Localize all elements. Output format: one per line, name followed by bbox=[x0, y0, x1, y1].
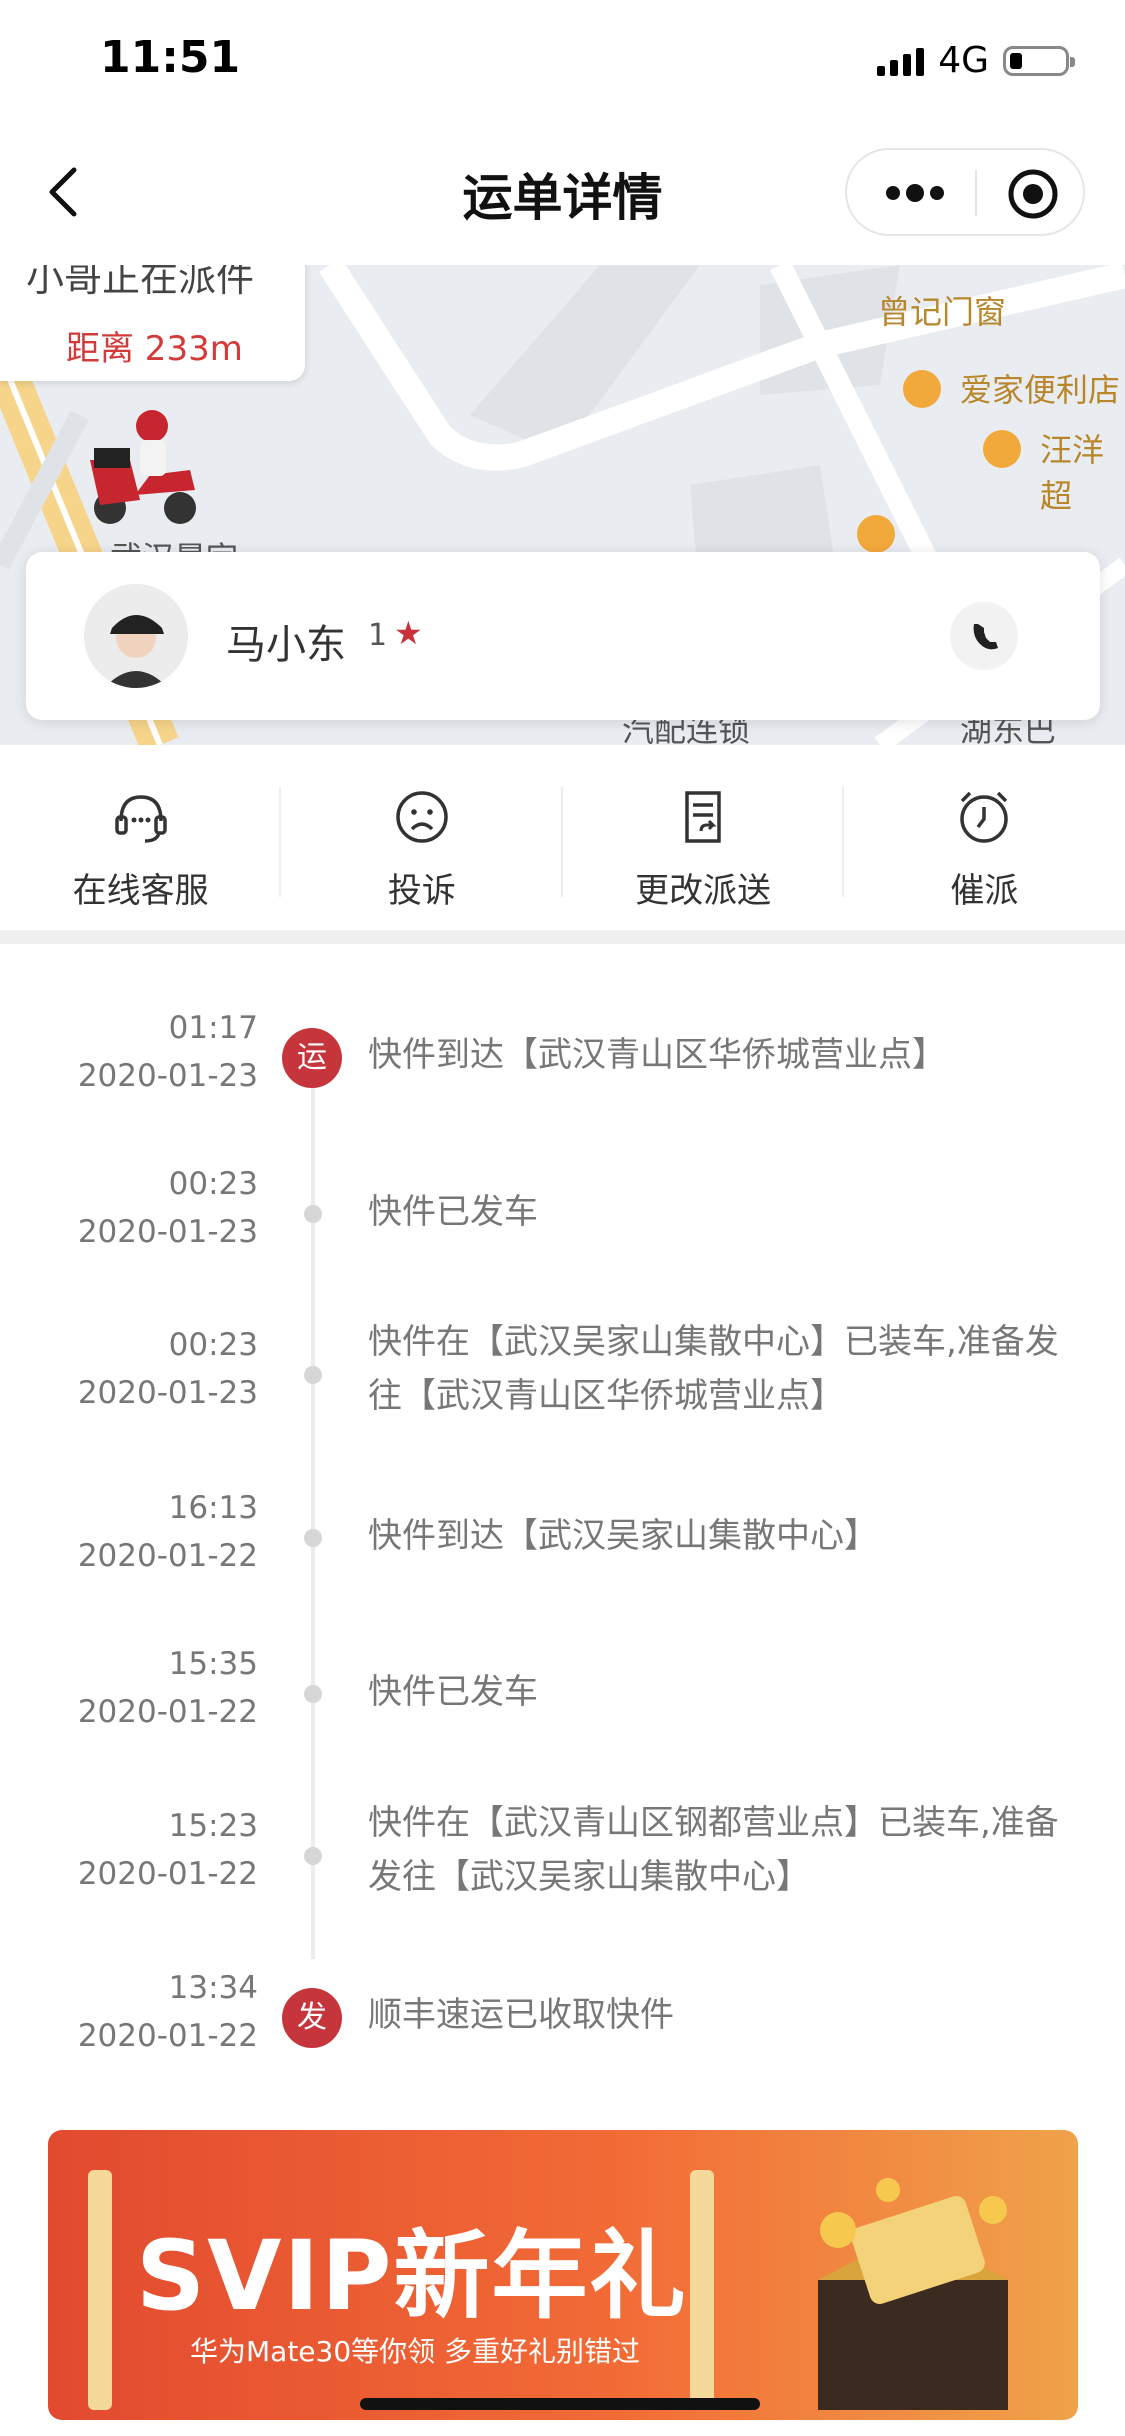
time: 16:13 bbox=[168, 1490, 258, 1526]
star-icon: ★ bbox=[394, 614, 423, 652]
status-time: 11:51 bbox=[100, 32, 241, 83]
date: 2020-01-22 bbox=[77, 1538, 258, 1574]
scroll-decoration bbox=[690, 2170, 714, 2410]
courier-card: 马小东 1 ★ bbox=[26, 552, 1100, 720]
edit-document-icon bbox=[685, 791, 721, 843]
action-label: 投诉 bbox=[387, 871, 456, 911]
time: 00:23 bbox=[168, 1166, 258, 1202]
courier-scooter-icon bbox=[90, 410, 196, 524]
time: 15:35 bbox=[168, 1646, 258, 1682]
date: 2020-01-23 bbox=[77, 1058, 258, 1094]
timeline-dot bbox=[304, 1366, 322, 1384]
timeline-time: 15:35 2020-01-22 bbox=[78, 1640, 258, 1736]
poi-marker bbox=[857, 515, 895, 553]
home-indicator bbox=[360, 2398, 760, 2410]
tip-title: 小哥正在派件 bbox=[26, 265, 255, 300]
urge-delivery-button[interactable]: 催派 bbox=[844, 745, 1125, 930]
banner-subtitle: 华为Mate30等你领 多重好礼别错过 bbox=[190, 2335, 641, 2368]
timeline-dot bbox=[304, 1529, 322, 1547]
map-label: 汪洋超 bbox=[1040, 431, 1105, 515]
timeline-text: 快件已发车 bbox=[368, 1192, 538, 1232]
action-label: 催派 bbox=[950, 871, 1019, 911]
capsule-divider bbox=[975, 170, 977, 216]
gift-box-icon bbox=[818, 2178, 1008, 2410]
change-delivery-button[interactable]: 更改派送 bbox=[563, 745, 844, 930]
headset-icon bbox=[114, 795, 167, 843]
scroll-decoration bbox=[88, 2170, 112, 2410]
courier-distance-tip: 小哥正在派件 距离 233m bbox=[0, 265, 305, 381]
timeline-dot bbox=[304, 1685, 322, 1703]
pickup-badge: 发 bbox=[282, 1988, 342, 2048]
action-bar: 在线客服 投诉 更改派送 催派 bbox=[0, 745, 1125, 930]
poi-marker bbox=[983, 430, 1021, 468]
transit-badge: 运 bbox=[282, 1028, 342, 1088]
map-label: 爱家便利店 bbox=[960, 371, 1121, 409]
timeline-time: 15:23 2020-01-22 bbox=[78, 1802, 258, 1898]
status-bar: 11:51 4G bbox=[0, 0, 1125, 120]
network-type: 4G bbox=[938, 40, 989, 81]
date: 2020-01-22 bbox=[77, 1856, 258, 1892]
svip-promo-banner[interactable]: SVIP新年礼 华为Mate30等你领 多重好礼别错过 bbox=[48, 2130, 1078, 2420]
timeline-dot bbox=[304, 1847, 322, 1865]
timeline-text: 快件在【武汉吴家山集散中心】已装车,准备发往【武汉青山区华侨城营业点】 bbox=[368, 1322, 1059, 1416]
online-service-button[interactable]: 在线客服 bbox=[0, 745, 282, 930]
tip-distance: 距离 233m bbox=[66, 329, 243, 369]
timeline-text: 快件已发车 bbox=[368, 1672, 538, 1712]
timeline-time: 16:13 2020-01-22 bbox=[78, 1484, 258, 1580]
date: 2020-01-23 bbox=[77, 1375, 258, 1411]
action-label: 在线客服 bbox=[72, 871, 209, 911]
battery-icon bbox=[1003, 45, 1075, 76]
timeline-time: 01:17 2020-01-23 bbox=[78, 1004, 258, 1100]
timeline-text: 快件到达【武汉青山区华侨城营业点】 bbox=[368, 1035, 946, 1075]
more-icon[interactable] bbox=[883, 178, 947, 208]
close-miniprogram-icon[interactable] bbox=[1007, 168, 1059, 220]
sad-face-icon bbox=[396, 791, 448, 843]
action-label: 更改派送 bbox=[635, 871, 772, 911]
time: 15:23 bbox=[168, 1808, 258, 1844]
banner-title: SVIP新年礼 bbox=[136, 2220, 688, 2332]
date: 2020-01-22 bbox=[77, 2018, 258, 2054]
date: 2020-01-23 bbox=[77, 1214, 258, 1250]
time: 01:17 bbox=[168, 1010, 258, 1046]
poi-marker bbox=[903, 370, 941, 408]
status-indicators: 4G bbox=[877, 40, 1075, 81]
navigation-bar: 运单详情 bbox=[0, 120, 1125, 265]
signal-icon bbox=[877, 46, 925, 76]
timeline-time: 00:23 2020-01-23 bbox=[78, 1160, 258, 1256]
timeline-dot bbox=[304, 1205, 322, 1223]
courier-rating: 1 bbox=[368, 618, 388, 653]
miniprogram-capsule bbox=[845, 148, 1085, 236]
section-divider bbox=[0, 930, 1125, 944]
call-courier-button[interactable] bbox=[950, 602, 1018, 670]
timeline-text: 快件在【武汉青山区钢都营业点】已装车,准备发往【武汉吴家山集散中心】 bbox=[368, 1803, 1059, 1897]
timeline-text: 快件到达【武汉吴家山集散中心】 bbox=[368, 1516, 878, 1556]
timeline-line bbox=[311, 1059, 315, 1959]
timeline-text: 顺丰速运已收取快件 bbox=[368, 1995, 674, 2035]
time: 13:34 bbox=[168, 1970, 258, 2006]
time: 00:23 bbox=[168, 1327, 258, 1363]
complaint-button[interactable]: 投诉 bbox=[281, 745, 563, 930]
tracking-timeline: 01:17 2020-01-23 运 快件到达【武汉青山区华侨城营业点】 00:… bbox=[0, 944, 1125, 2104]
timeline-time: 13:34 2020-01-22 bbox=[78, 1964, 258, 2060]
timeline-time: 00:23 2020-01-23 bbox=[78, 1321, 258, 1417]
date: 2020-01-22 bbox=[77, 1694, 258, 1730]
avatar bbox=[84, 584, 188, 688]
map-label: 曾记门窗 bbox=[878, 293, 1007, 331]
alarm-clock-icon bbox=[960, 791, 1009, 843]
courier-name: 马小东 bbox=[226, 622, 346, 668]
